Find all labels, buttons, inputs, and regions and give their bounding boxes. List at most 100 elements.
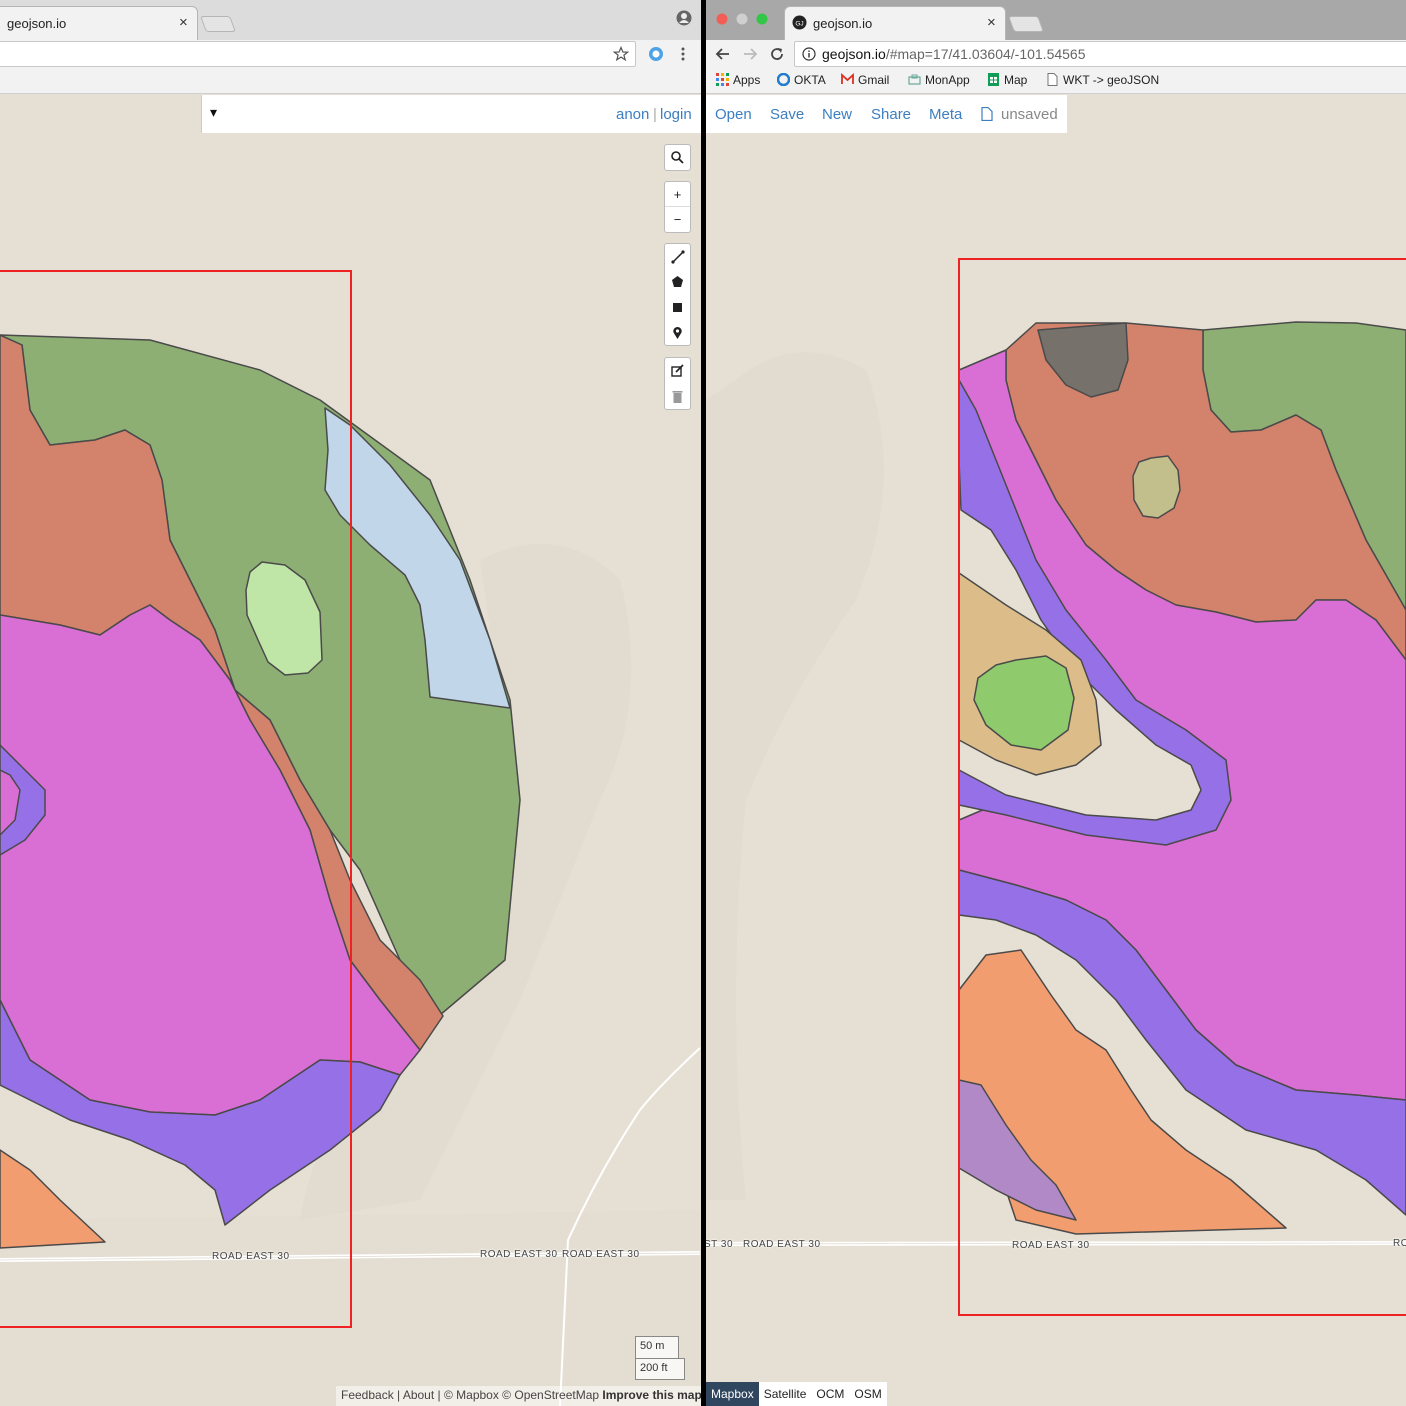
road-label: ROAD EAST 30: [1012, 1240, 1090, 1251]
landcover-area: [706, 352, 884, 1200]
share-button[interactable]: Share: [871, 106, 911, 123]
login-link[interactable]: login: [660, 106, 692, 123]
layer-satellite[interactable]: Satellite: [759, 1382, 812, 1406]
url-path: /#map=17/41.03604/-101.54565: [885, 46, 1086, 62]
minimize-window-icon[interactable]: [736, 13, 748, 25]
new-tab-button[interactable]: [200, 16, 236, 32]
bookmark-label: Gmail: [858, 73, 890, 87]
map-canvas[interactable]: [706, 94, 1406, 1406]
copyright-text[interactable]: © Mapbox © OpenStreetMap: [444, 1388, 599, 1402]
bookmark-label: Apps: [733, 73, 761, 87]
browser-menu-icon[interactable]: [680, 46, 686, 62]
url-text[interactable]: geojson.io/#map=17/41.03604/-101.54565: [822, 46, 1086, 62]
map-canvas[interactable]: [0, 94, 701, 1406]
road-label: ROAD EAST 30: [743, 1239, 821, 1250]
bookmark-label: Map: [1004, 73, 1028, 87]
back-icon[interactable]: [714, 45, 732, 63]
bookmark-map[interactable]: Map: [987, 73, 1027, 87]
browser-tab[interactable]: GJ geojson.io ×: [784, 6, 1006, 40]
draw-rectangle-icon[interactable]: [665, 295, 690, 320]
extension-icon[interactable]: [647, 45, 665, 63]
page-icon: [1047, 73, 1058, 86]
browser-chrome: GJ geojson.io × geojson.io/#map=17/41.03…: [706, 0, 1406, 94]
about-link[interactable]: About: [403, 1388, 434, 1402]
right-browser-window: GJ geojson.io × geojson.io/#map=17/41.03…: [706, 0, 1406, 1406]
bookmarks-bar: Apps OKTA Gmail MonApp Map WKT -> geoJSO…: [706, 69, 1406, 93]
tab-strip: GJ geojson.io ×: [706, 0, 1406, 40]
bookmark-okta[interactable]: OKTA: [777, 73, 826, 87]
draw-polygon-icon[interactable]: [665, 269, 690, 294]
bookmark-apps[interactable]: Apps: [716, 73, 760, 87]
site-info-icon[interactable]: [802, 47, 816, 61]
feedback-link[interactable]: Feedback: [341, 1388, 394, 1402]
address-bar[interactable]: geojson.io/#map=17/41.03604/-101.54565: [794, 41, 1406, 67]
monapp-icon: [908, 74, 921, 85]
bookmark-monapp[interactable]: MonApp: [908, 73, 970, 87]
map-attribution: Feedback | About | © Mapbox © OpenStreet…: [336, 1386, 701, 1406]
geojson-favicon-icon: GJ: [792, 15, 807, 30]
layer-ocm[interactable]: OCM: [811, 1382, 849, 1406]
draw-control: [664, 243, 691, 346]
sheets-icon: [988, 73, 999, 86]
bookmark-label: WKT -> geoJSON: [1063, 73, 1160, 87]
okta-icon: [777, 73, 790, 86]
bookmark-star-icon[interactable]: [613, 46, 629, 62]
file-menu-dropdown-icon[interactable]: ▾: [210, 104, 217, 121]
address-bar[interactable]: [0, 41, 636, 67]
tab-title: geojson.io: [813, 16, 873, 31]
road-label: ROAD EAST 30: [480, 1249, 558, 1260]
zoom-control: + −: [664, 181, 691, 233]
maximize-window-icon[interactable]: [756, 13, 768, 25]
search-icon[interactable]: [665, 145, 690, 170]
edit-layers-icon[interactable]: [665, 358, 690, 383]
road-label: ROAD EAST 30: [212, 1251, 290, 1262]
close-tab-icon[interactable]: ×: [179, 14, 188, 31]
auth-separator: |: [653, 106, 657, 123]
delete-layers-icon[interactable]: [665, 384, 690, 409]
road-label: ROAD EAST 30: [562, 1249, 640, 1260]
new-tab-button[interactable]: [1008, 16, 1044, 32]
road-label: RO: [1393, 1238, 1406, 1249]
window-controls: [716, 13, 768, 25]
document-icon: [981, 107, 993, 121]
layer-osm[interactable]: OSM: [849, 1382, 886, 1406]
scale-metric: 50 m: [635, 1336, 679, 1358]
improve-map-link[interactable]: Improve this map: [602, 1388, 701, 1402]
olive-polygon[interactable]: [1132, 455, 1181, 519]
browser-tab[interactable]: geojson.io ×: [0, 6, 198, 40]
forward-icon[interactable]: [741, 45, 759, 63]
tab-strip: geojson.io ×: [0, 0, 701, 40]
open-button[interactable]: Open: [715, 106, 752, 123]
orange-polygon[interactable]: [0, 1149, 106, 1249]
app-top-bar: ▾ anon | login: [201, 95, 701, 133]
search-control: [664, 144, 691, 171]
new-button[interactable]: New: [822, 106, 852, 123]
close-tab-icon[interactable]: ×: [987, 14, 996, 31]
close-window-icon[interactable]: [716, 13, 728, 25]
layer-switcher: Mapbox Satellite OCM OSM: [706, 1382, 887, 1406]
bookmark-label: OKTA: [794, 73, 826, 87]
anon-link[interactable]: anon: [616, 106, 649, 123]
tab-title: geojson.io: [7, 16, 67, 31]
left-browser-window: geojson.io × ▾ anon | login + − ROAD EAS…: [0, 0, 701, 1406]
apps-grid-icon: [716, 73, 729, 86]
url-host: geojson.io: [822, 46, 886, 62]
save-status: unsaved: [1001, 106, 1058, 123]
save-button[interactable]: Save: [770, 106, 804, 123]
layer-mapbox[interactable]: Mapbox: [706, 1382, 759, 1406]
meta-button[interactable]: Meta: [929, 106, 962, 123]
file-toolbar: Open Save New Share Meta unsaved: [706, 95, 1067, 133]
draw-marker-icon[interactable]: [665, 320, 690, 345]
profile-icon[interactable]: [676, 10, 692, 26]
scale-imperial: 200 ft: [635, 1358, 685, 1380]
svg-text:GJ: GJ: [795, 21, 803, 28]
bookmark-gmail[interactable]: Gmail: [841, 73, 889, 87]
bookmark-label: MonApp: [925, 73, 970, 87]
gmail-icon: [841, 73, 854, 84]
road-label: ST 30: [706, 1239, 733, 1250]
draw-line-icon[interactable]: [665, 244, 690, 269]
zoom-out-button[interactable]: −: [665, 207, 690, 232]
bookmark-wkt[interactable]: WKT -> geoJSON: [1046, 73, 1159, 87]
reload-icon[interactable]: [768, 45, 786, 63]
zoom-in-button[interactable]: +: [665, 182, 690, 207]
